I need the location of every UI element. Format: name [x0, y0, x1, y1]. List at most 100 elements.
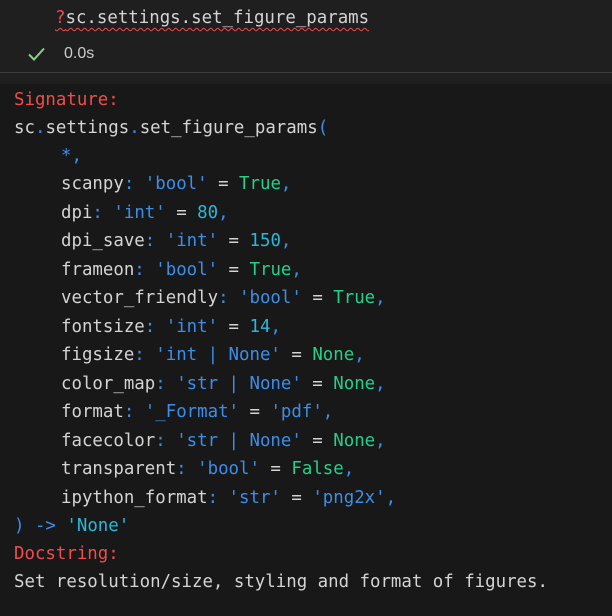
param-line: figsize: 'int | None' = None,	[61, 341, 365, 369]
return-type: 'None'	[66, 516, 130, 536]
comma: ,	[280, 174, 292, 194]
param-type: 'str'	[228, 487, 281, 508]
func-object: sc	[14, 118, 35, 138]
param-type: 'int'	[165, 231, 219, 251]
param-name: ipython_format	[61, 487, 208, 508]
param-line: dpi_save: 'int' = 150,	[61, 227, 291, 255]
equals: =	[218, 231, 250, 251]
equals: =	[218, 316, 250, 337]
execution-time: 0.0s	[64, 45, 95, 62]
docstring-label: Docstring:	[14, 544, 119, 564]
param-name: format	[61, 402, 124, 422]
param-default: 150	[249, 231, 281, 251]
close-paren: )	[14, 516, 25, 536]
comma: ,	[280, 231, 292, 251]
code-text: sc.settings.set_figure_params	[65, 8, 370, 28]
code-editor-line[interactable]: ?sc.settings.set_figure_params	[55, 8, 369, 28]
param-name: vector_friendly	[61, 288, 219, 308]
comma: ,	[375, 288, 386, 308]
equals: =	[301, 288, 334, 308]
comma: ,	[375, 430, 386, 451]
param-default: 14	[249, 316, 271, 337]
param-name: fontsize	[61, 316, 145, 337]
colon: :	[144, 316, 166, 337]
open-paren: (	[317, 118, 329, 138]
dot: .	[129, 118, 140, 138]
param-name: scanpy	[61, 174, 124, 194]
signature-label: Signature:	[14, 90, 119, 110]
help-prefix: ?	[55, 8, 66, 28]
arrow: ->	[24, 516, 67, 536]
equals: =	[207, 174, 240, 194]
param-name: dpi_save	[61, 231, 145, 251]
colon: :	[218, 288, 240, 308]
comma: ,	[375, 373, 386, 394]
param-name: facecolor	[61, 430, 156, 451]
colon: :	[155, 373, 177, 394]
code-cell-input[interactable]: ?sc.settings.set_figure_params 0.0s	[0, 0, 612, 73]
param-default: None	[333, 430, 376, 451]
cell-output: Signature: sc.settings.set_figure_params…	[0, 84, 612, 616]
param-type: 'int | None'	[155, 345, 281, 365]
func-module: settings	[45, 118, 130, 138]
func-name: set_figure_params	[139, 118, 318, 138]
param-type: 'str | None'	[176, 373, 302, 394]
equals: =	[280, 345, 313, 365]
return-line: ) -> 'None'	[14, 512, 129, 540]
colon: :	[144, 231, 166, 251]
comma: ,	[270, 316, 281, 337]
param-line: format: '_Format' = 'pdf',	[61, 398, 333, 426]
dot: .	[34, 118, 46, 138]
param-default: 'png2x'	[312, 487, 386, 508]
star-arg: *,	[61, 146, 82, 166]
param-type: 'int'	[113, 202, 166, 223]
comma: ,	[218, 202, 229, 223]
param-type: 'bool'	[144, 174, 208, 194]
param-line: ipython_format: 'str' = 'png2x',	[61, 484, 396, 512]
param-type: '_Format'	[144, 402, 240, 422]
colon: :	[207, 487, 229, 508]
comma: ,	[354, 345, 365, 365]
param-default: False	[291, 459, 344, 479]
param-default: None	[312, 345, 355, 365]
param-default: 80	[197, 202, 219, 223]
colon: :	[155, 430, 177, 451]
param-line: dpi: 'int' = 80,	[61, 199, 229, 227]
param-type: 'bool'	[155, 259, 219, 280]
equals: =	[280, 487, 313, 508]
param-line: color_map: 'str | None' = None,	[61, 370, 386, 398]
param-line: scanpy: 'bool' = True,	[61, 170, 291, 198]
comma: ,	[343, 459, 355, 479]
param-name: frameon	[61, 259, 135, 280]
param-name: color_map	[61, 373, 156, 394]
param-default: True	[239, 174, 281, 194]
colon: :	[123, 174, 145, 194]
colon: :	[134, 259, 156, 280]
function-signature: sc.settings.set_figure_params(	[14, 114, 328, 142]
param-name: figsize	[61, 345, 135, 365]
param-line: fontsize: 'int' = 14,	[61, 313, 281, 341]
param-line: facecolor: 'str | None' = None,	[61, 427, 386, 455]
colon: :	[134, 345, 156, 365]
param-line: frameon: 'bool' = True,	[61, 256, 302, 284]
colon: :	[92, 202, 114, 223]
comma: ,	[385, 487, 397, 508]
param-default: 'pdf'	[270, 402, 323, 422]
colon: :	[123, 402, 145, 422]
comma: ,	[322, 402, 334, 422]
equals: =	[239, 402, 271, 422]
param-type: 'str | None'	[176, 430, 302, 451]
equals: =	[218, 259, 250, 280]
param-name: dpi	[61, 202, 93, 223]
execution-status: 0.0s	[26, 44, 94, 64]
equals: =	[301, 430, 334, 451]
param-default: None	[333, 373, 376, 394]
check-icon	[28, 47, 45, 61]
equals: =	[301, 373, 334, 394]
comma: ,	[291, 259, 302, 280]
param-default: True	[333, 288, 376, 308]
param-name: transparent	[61, 459, 177, 479]
param-type: 'int'	[165, 316, 219, 337]
param-default: True	[249, 259, 292, 280]
equals: =	[165, 202, 198, 223]
